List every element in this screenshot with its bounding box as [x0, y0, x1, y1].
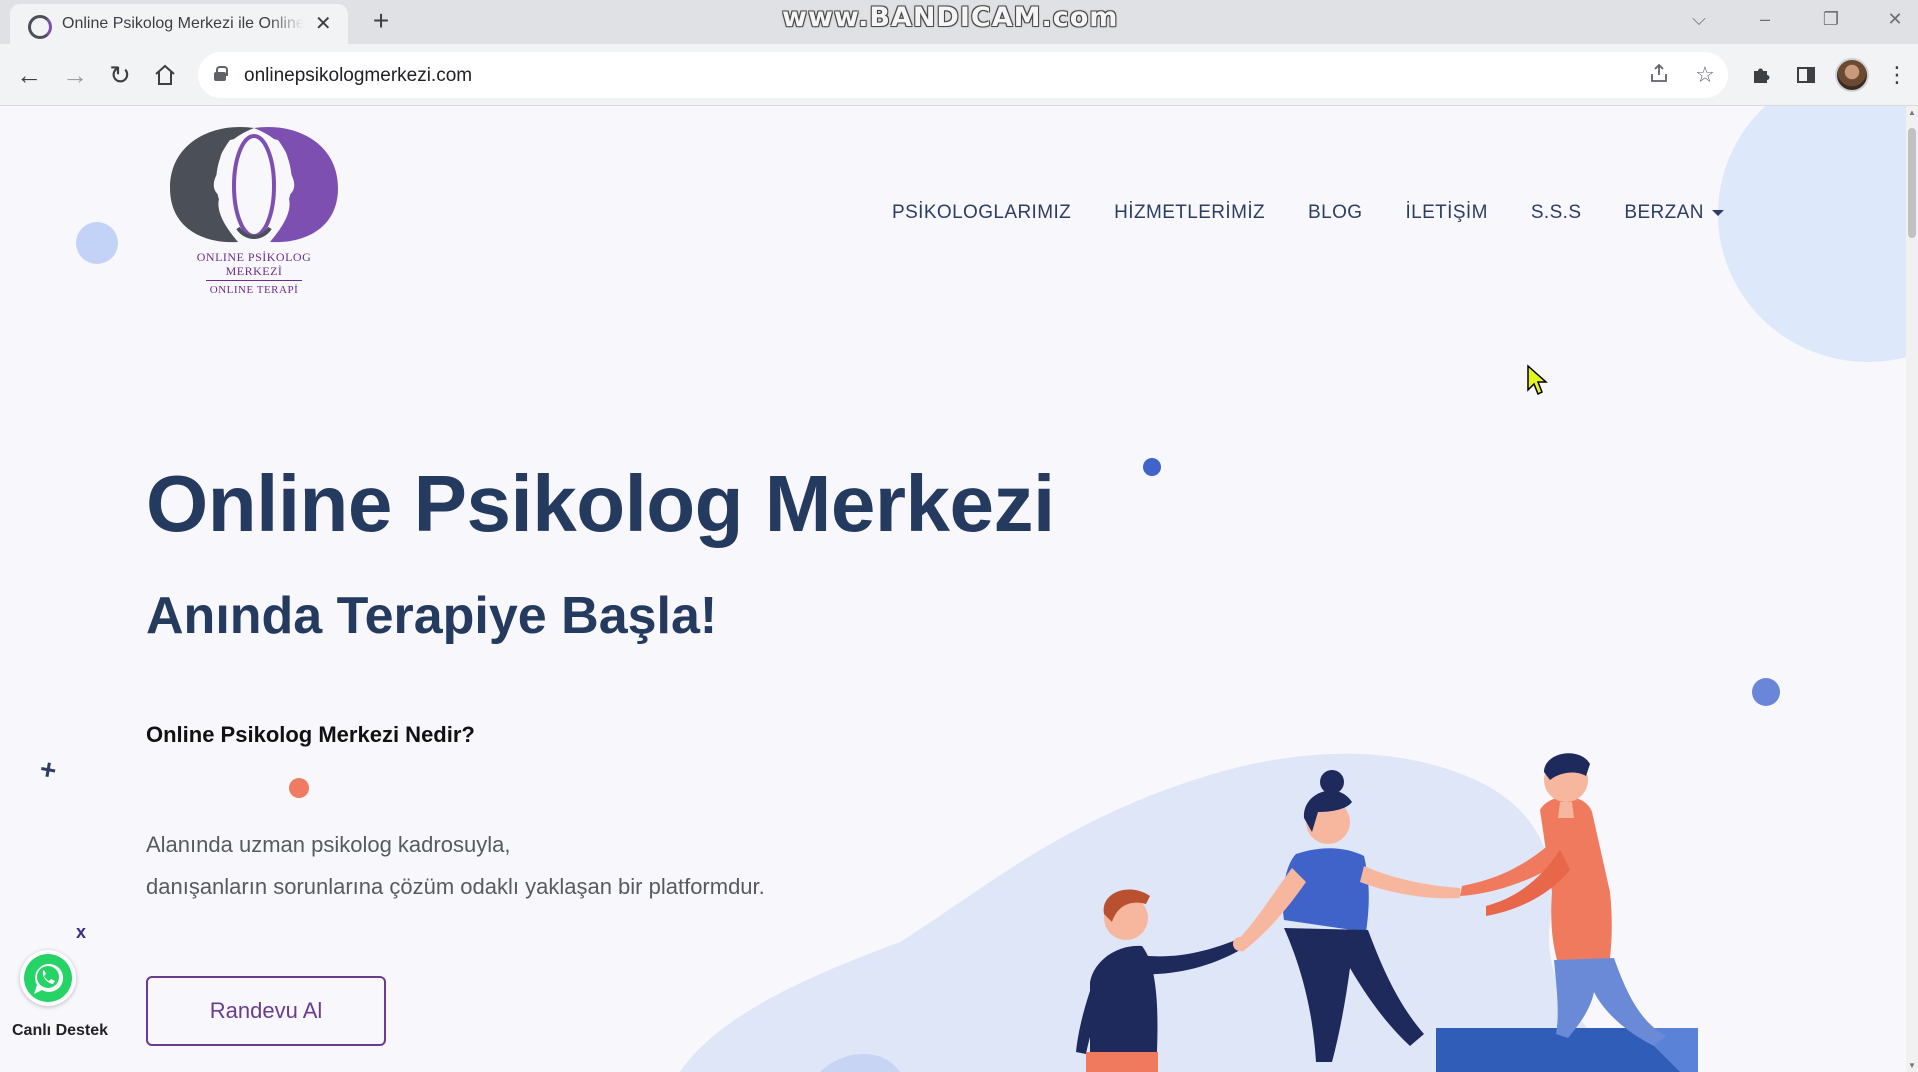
side-panel-icon[interactable]	[1789, 58, 1823, 92]
page-scrollbar[interactable]: ▲ ▼	[1906, 106, 1918, 1072]
logo-tagline: ONLINE TERAPİ	[209, 284, 299, 296]
logo-divider	[206, 280, 302, 281]
web-page: + ONLINE PSİKOLOG MERKEZİ ONLINE TERAPİ …	[0, 106, 1906, 1072]
share-icon[interactable]	[1646, 62, 1672, 88]
menu-kebab-icon[interactable]: ⋮	[1880, 58, 1914, 92]
extensions-icon[interactable]	[1744, 58, 1778, 92]
tab-close-icon[interactable]: ✕	[312, 13, 334, 35]
close-window-icon[interactable]: ✕	[1880, 4, 1910, 34]
main-nav: PSİKOLOGLARIMIZ HİZMETLERİMİZ BLOG İLETİ…	[892, 202, 1724, 224]
reload-icon[interactable]: ↻	[103, 58, 137, 92]
user-menu-dropdown[interactable]: BERZAN	[1624, 202, 1724, 224]
decorative-blob	[1718, 106, 1906, 362]
recording-watermark: www.BANDICAM.com	[782, 2, 1119, 33]
back-icon[interactable]: ←	[12, 58, 46, 92]
user-menu-label: BERZAN	[1624, 202, 1704, 223]
scrollbar-thumb[interactable]	[1908, 128, 1916, 238]
forward-icon[interactable]: →	[58, 58, 92, 92]
profile-avatar[interactable]	[1835, 58, 1869, 92]
whatsapp-close-icon[interactable]: x	[76, 922, 86, 943]
restore-icon[interactable]: ❐	[1816, 4, 1846, 34]
nav-link-services[interactable]: HİZMETLERİMİZ	[1114, 202, 1265, 224]
browser-tab-bar: Online Psikolog Merkezi ile Online Terap…	[0, 0, 1918, 44]
hero-question: Online Psikolog Merkezi Nedir?	[146, 722, 475, 747]
hero-description: Alanında uzman psikolog kadrosuyla, danı…	[146, 824, 765, 908]
logo-faces-icon	[170, 126, 338, 243]
decorative-dot	[289, 778, 309, 798]
nav-link-blog[interactable]: BLOG	[1308, 202, 1362, 224]
address-bar[interactable]: onlinepsikologmerkezi.com ☆	[198, 52, 1728, 98]
hero-illustration	[680, 753, 1698, 1072]
minimize-icon[interactable]: –	[1750, 4, 1780, 34]
hero-description-line: Alanında uzman psikolog kadrosuyla,	[146, 832, 511, 857]
tab-search-icon[interactable]: ⌵	[1684, 4, 1714, 34]
tab-title: Online Psikolog Merkezi ile Online Terap…	[62, 15, 305, 32]
hero-description-line: danışanların sorunlarına çözüm odaklı ya…	[146, 874, 765, 899]
decorative-plus-icon: +	[37, 752, 60, 787]
hero-title: Online Psikolog Merkezi	[146, 459, 1055, 548]
nav-link-faq[interactable]: S.S.S	[1531, 202, 1582, 224]
mouse-cursor-icon	[1527, 364, 1548, 396]
scroll-up-icon[interactable]: ▲	[1907, 108, 1917, 117]
lock-icon[interactable]	[214, 66, 228, 82]
decorative-dot	[76, 222, 118, 264]
nav-link-psychologists[interactable]: PSİKOLOGLARIMIZ	[892, 202, 1071, 224]
browser-tab[interactable]: Online Psikolog Merkezi ile Online Terap…	[10, 4, 348, 44]
decorative-dot	[1143, 458, 1161, 476]
nav-link-contact[interactable]: İLETİŞİM	[1405, 202, 1487, 224]
scroll-down-icon[interactable]: ▼	[1907, 1061, 1917, 1070]
browser-toolbar: ← → ↻ onlinepsikologmerkezi.com ☆ ⋮	[0, 44, 1918, 106]
home-icon[interactable]	[148, 58, 182, 92]
whatsapp-label: Canlı Destek	[12, 1022, 109, 1039]
caret-down-icon	[1711, 210, 1724, 216]
site-logo[interactable]: ONLINE PSİKOLOG MERKEZİ ONLINE TERAPİ	[164, 118, 344, 308]
logo-text: ONLINE PSİKOLOG MERKEZİ	[196, 250, 312, 278]
site-favicon-icon	[26, 13, 52, 39]
bookmark-star-icon[interactable]: ☆	[1692, 62, 1718, 88]
new-tab-button[interactable]: +	[366, 6, 396, 36]
hero-subtitle: Anında Terapiye Başla!	[146, 587, 718, 645]
appointment-button[interactable]: Randevu Al	[146, 976, 386, 1046]
whatsapp-icon[interactable]	[20, 950, 76, 1006]
url-text[interactable]: onlinepsikologmerkezi.com	[244, 65, 472, 87]
